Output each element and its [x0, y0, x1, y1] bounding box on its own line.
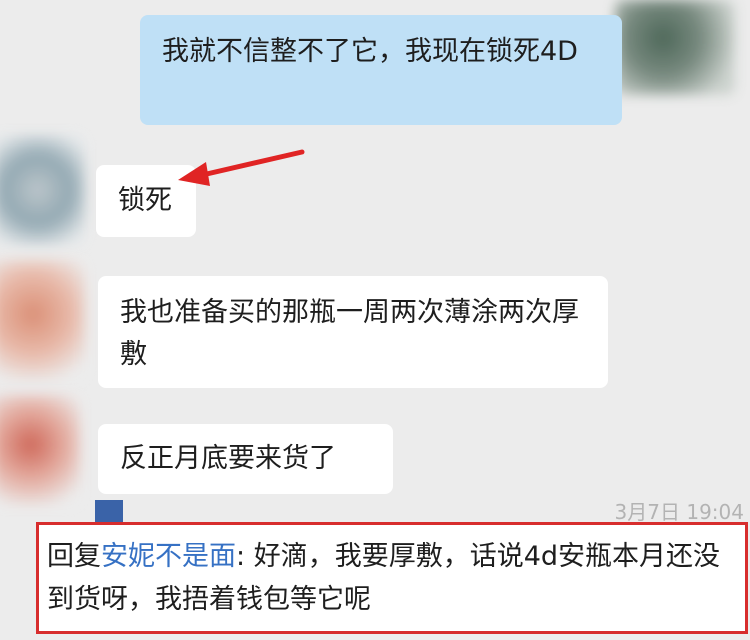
message-text: 我也准备买的那瓶一周两次薄涂两次厚敷: [120, 297, 579, 370]
reply-prefix: 回复: [47, 541, 101, 572]
chat-view: 我就不信整不了它，我现在锁死4D 锁死 我也准备买的那瓶一周两次薄涂两次厚敷 反…: [0, 0, 750, 640]
reply-text: 回复安妮不是面: 好滴，我要厚敷，话说4d安瓶本月还没到货呀，我捂着钱包等它呢: [47, 535, 737, 621]
contact-avatar[interactable]: [0, 395, 80, 505]
reply-username-link[interactable]: 安妮不是面: [101, 541, 236, 572]
message-bubble-other[interactable]: 我也准备买的那瓶一周两次薄涂两次厚敷: [98, 276, 608, 388]
red-arrow-annotation: [178, 149, 305, 186]
message-text: 我就不信整不了它，我现在锁死4D: [162, 36, 578, 67]
contact-avatar[interactable]: [0, 135, 85, 245]
message-timestamp: 3月7日 19:04: [614, 500, 744, 524]
self-avatar[interactable]: [615, 0, 735, 95]
message-bubble-other[interactable]: 反正月底要来货了: [98, 424, 393, 494]
message-text: 锁死: [118, 185, 172, 216]
message-text: 反正月底要来货了: [120, 443, 336, 474]
reply-separator: :: [236, 541, 246, 572]
message-bubble-self[interactable]: 我就不信整不了它，我现在锁死4D: [140, 15, 622, 125]
reply-quote-highlight[interactable]: 回复安妮不是面: 好滴，我要厚敷，话说4d安瓶本月还没到货呀，我捂着钱包等它呢: [36, 522, 748, 634]
contact-avatar[interactable]: [0, 260, 85, 380]
